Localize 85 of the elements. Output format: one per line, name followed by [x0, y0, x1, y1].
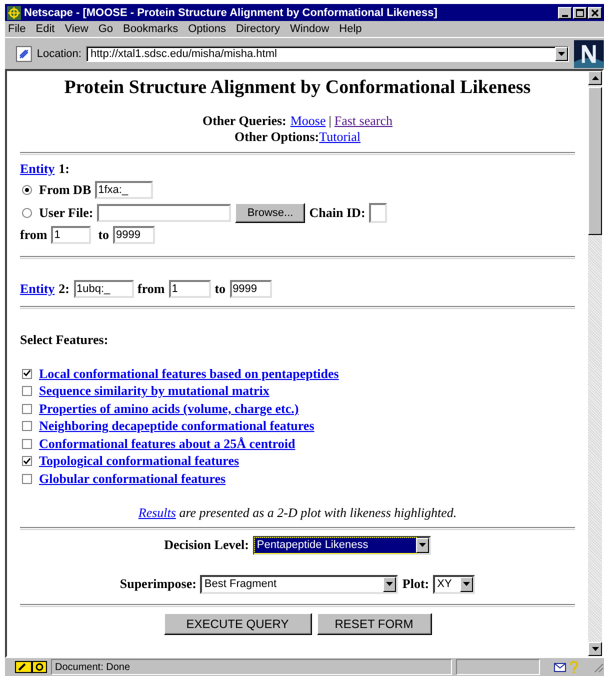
- netscape-logo-icon[interactable]: [574, 40, 604, 68]
- status-text: Document: Done: [51, 659, 452, 675]
- up-arrow-icon: [592, 76, 598, 80]
- checkbox[interactable]: [22, 456, 32, 466]
- location-field[interactable]: http://xtal1.sdsc.edu/misha/misha.html: [86, 46, 570, 62]
- resize-grip-icon[interactable]: [592, 661, 604, 673]
- window-title: Netscape - [MOOSE - Protein Structure Alignment by Conformational Likeness]: [24, 6, 438, 18]
- superimpose-dropdown[interactable]: Best Fragment: [200, 574, 398, 594]
- from-db-label: From DB: [39, 182, 92, 198]
- checkbox[interactable]: [22, 438, 32, 449]
- feature-link[interactable]: Local conformational features based on pentapeptides: [39, 366, 339, 382]
- tutorial-link[interactable]: Tutorial: [319, 129, 361, 144]
- to-field[interactable]: 9999: [230, 280, 272, 298]
- user-file-label: User File:: [39, 205, 94, 221]
- feature-link[interactable]: Conformational features about a 25Å centroid: [39, 436, 296, 452]
- browse-button[interactable]: Browse...: [235, 203, 306, 223]
- section-heading: Select Features:: [20, 332, 110, 348]
- mail-icon[interactable]: [554, 662, 566, 672]
- caret-icon: [386, 582, 394, 586]
- query-link[interactable]: Moose: [290, 113, 326, 128]
- query-link[interactable]: Fast search: [334, 113, 392, 128]
- file-path-field[interactable]: [97, 204, 232, 222]
- menu-item[interactable]: Edit: [36, 23, 55, 35]
- feature-link[interactable]: Neighboring decapeptide conformational features: [39, 418, 314, 434]
- menu-item[interactable]: File: [8, 23, 26, 35]
- location-label: Location:: [36, 48, 82, 60]
- chain-id-field[interactable]: [369, 203, 388, 223]
- entity-link[interactable]: Entity: [20, 161, 55, 177]
- checkbox[interactable]: [22, 368, 32, 379]
- entity-link[interactable]: Entity: [20, 281, 55, 297]
- link-separator: |: [328, 113, 332, 128]
- feature-link[interactable]: Sequence similarity by mutational matrix: [39, 383, 270, 400]
- pdb-id-field[interactable]: 1ubq:_: [74, 280, 134, 298]
- to-field[interactable]: 9999: [113, 226, 156, 244]
- feature-link[interactable]: Globular conformational features: [39, 470, 226, 487]
- checkbox[interactable]: [22, 386, 32, 396]
- security-key-icon[interactable]: [15, 661, 47, 673]
- menu-item[interactable]: Directory: [236, 23, 280, 35]
- checkbox[interactable]: [22, 404, 32, 414]
- decision-level-dropdown[interactable]: Pentapeptide Likeness: [252, 536, 431, 554]
- form-button[interactable]: RESET FORM: [316, 612, 432, 634]
- plot-dropdown[interactable]: XY: [433, 574, 476, 594]
- caret-icon: [418, 543, 426, 547]
- maximize-icon: [576, 8, 584, 16]
- menu-item[interactable]: Options: [188, 23, 226, 35]
- from-field[interactable]: 1: [168, 280, 211, 298]
- checkbox[interactable]: [22, 474, 32, 484]
- decision-level-label: Decision Level:: [164, 537, 249, 553]
- to-label: to: [98, 227, 110, 243]
- pdb-id-field[interactable]: 1fxa:_: [95, 181, 154, 199]
- feature-link[interactable]: Topological conformational features: [39, 453, 240, 470]
- superimpose-label: Superimpose:: [120, 576, 196, 592]
- menu-item[interactable]: Help: [339, 23, 362, 35]
- radio-button[interactable]: [22, 208, 32, 218]
- form-button[interactable]: EXECUTE QUERY: [164, 612, 312, 634]
- menu-item[interactable]: Window: [290, 23, 330, 35]
- from-label: from: [138, 281, 165, 297]
- radio-button[interactable]: [22, 185, 32, 195]
- caret-icon: [463, 582, 470, 586]
- entity-number: 1:: [58, 161, 70, 177]
- from-label: from: [20, 227, 48, 243]
- close-button[interactable]: [588, 6, 602, 18]
- down-arrow-icon: [592, 647, 598, 651]
- close-icon: [591, 8, 599, 16]
- chain-id-label: Chain ID:: [309, 205, 366, 221]
- other-options-label: Other Options:: [234, 129, 320, 144]
- maximize-button[interactable]: [573, 6, 587, 18]
- feature-link[interactable]: Properties of amino acids (volume, charge etc.): [39, 400, 299, 417]
- scrollbar[interactable]: [588, 71, 602, 656]
- entity-number: 2:: [58, 281, 70, 297]
- minimize-button[interactable]: [558, 6, 572, 18]
- caret-icon: [558, 52, 566, 56]
- bookmark-icon[interactable]: [16, 46, 32, 62]
- menu-item[interactable]: Bookmarks: [123, 23, 178, 35]
- checkbox[interactable]: [22, 421, 32, 432]
- results-note: Results are presented as a 2-D plot with likeness highlighted.: [137, 504, 458, 520]
- minimize-icon: [562, 14, 568, 16]
- other-queries-label: Other Queries:: [202, 113, 286, 128]
- to-label: to: [214, 281, 226, 297]
- menu-item[interactable]: View: [64, 23, 88, 35]
- page-heading: Protein Structure Alignment by Conformational Likeness: [63, 77, 532, 99]
- plot-label: Plot:: [402, 576, 430, 592]
- from-field[interactable]: 1: [51, 226, 92, 244]
- menu-item[interactable]: Go: [98, 23, 114, 35]
- results-link[interactable]: Results: [138, 504, 176, 520]
